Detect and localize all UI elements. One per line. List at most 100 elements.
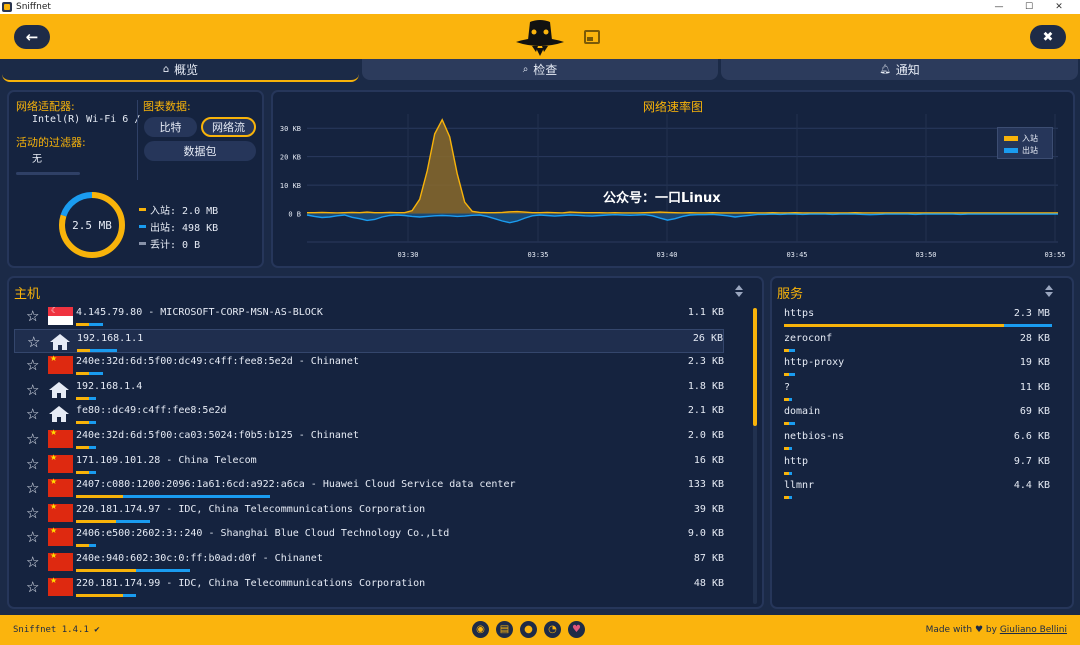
services-sort-icon[interactable] [1044, 284, 1054, 298]
adapter-scrollbar[interactable] [16, 172, 80, 175]
star-icon[interactable]: ☆ [26, 431, 39, 447]
github-icon[interactable]: ● [520, 621, 537, 638]
author-link[interactable]: Giuliano Bellini [1000, 625, 1067, 635]
service-row[interactable]: http-proxy 19 KB [782, 354, 1052, 378]
star-icon[interactable]: ☆ [26, 308, 39, 324]
service-row[interactable]: http 9.7 KB [782, 453, 1052, 477]
filter-label: 活动的过滤器: [16, 136, 86, 149]
host-row[interactable]: ☆ 220.181.174.99 - IDC, China Telecommuni… [14, 575, 724, 599]
x-tick-label: 03:40 [656, 251, 677, 259]
star-icon[interactable]: ☆ [26, 505, 39, 521]
heart-icon[interactable]: ♥ [568, 621, 585, 638]
service-size: 9.7 KB [1013, 455, 1050, 467]
hosts-sort-icon[interactable] [734, 284, 744, 298]
host-address: 220.181.174.99 - IDC, China Telecommunic… [76, 577, 426, 589]
outbound-area [307, 213, 1058, 223]
hosts-scrollbar-thumb[interactable] [753, 308, 757, 426]
host-inbound-bar [76, 495, 123, 499]
bits-button[interactable]: 比特 [144, 117, 197, 137]
star-icon[interactable]: ☆ [26, 382, 39, 398]
service-row[interactable]: llmnr 4.4 KB [782, 477, 1052, 501]
speed-chart-svg: 30 KB 20 KB 10 KB 0 B 03:30 03:35 03:40 03:45 03… [280, 114, 1066, 259]
star-icon[interactable]: ☆ [27, 334, 40, 350]
y-tick-label: 20 KB [280, 154, 301, 162]
star-icon[interactable]: ☆ [26, 406, 39, 422]
host-row[interactable]: ☆ 240e:32d:6d:5f00:dc49:c4ff:fee8:5e2d - … [14, 353, 724, 377]
by-text: by [985, 625, 997, 635]
service-name: ? [784, 381, 791, 393]
settings-button[interactable]: ✖ [1030, 25, 1066, 49]
host-row[interactable]: ☆ 192.168.1.1 26 KB [14, 328, 724, 353]
tab-bar: ⌂ 概览 ⌕ 检查 🔔︎ 通知 [0, 59, 1080, 82]
service-outbound-bar [789, 447, 793, 450]
service-name: http [784, 455, 809, 467]
chart-legend-inbound: 入站 [1004, 133, 1038, 144]
y-tick-label: 30 KB [280, 125, 301, 133]
tab-notifications[interactable]: 🔔︎ 通知 [721, 59, 1078, 80]
host-outbound-bar [136, 569, 190, 572]
credit-text: Made with ♥ by Giuliano Bellini [926, 625, 1067, 635]
rss-icon[interactable]: ◔ [544, 621, 561, 638]
star-icon[interactable]: ☆ [26, 480, 39, 496]
tab-overview[interactable]: ⌂ 概览 [2, 59, 359, 82]
filter-value: 无 [32, 154, 42, 165]
service-row[interactable]: https 2.3 MB [782, 305, 1052, 329]
legend-outbound-text: 出站: 498 KB [150, 223, 219, 234]
host-row[interactable]: ☆ 2406:e500:2602:3::240 - Shanghai Blue C… [14, 525, 724, 549]
host-size: 1.1 KB [687, 307, 724, 318]
globe-icon[interactable]: ◉ [472, 621, 489, 638]
host-row[interactable]: ☆ 2407:c080:1200:2096:1a61:6cd:a922:a6ca … [14, 476, 724, 500]
service-row[interactable]: zeroconf 28 KB [782, 330, 1052, 354]
maximize-button[interactable]: ☐ [1014, 0, 1044, 14]
host-outbound-bar [89, 421, 97, 425]
version-label: Sniffnet 1.4.1 ✔ [13, 625, 100, 635]
host-row[interactable]: ☆ 171.109.101.28 - China Telecom 16 KB [14, 452, 724, 476]
host-address: 4.145.79.80 - MICROSOFT-CORP-MSN-AS-BLOC… [76, 307, 323, 318]
close-button[interactable]: ✕ [1044, 0, 1074, 14]
flag-cn-icon [48, 428, 73, 448]
star-icon[interactable]: ☆ [26, 579, 39, 595]
host-row[interactable]: ☆ fe80::dc49:c4ff:fee8:5e2d 2.1 KB [14, 402, 724, 426]
hosts-panel: 主机 ☆ 4.145.79.80 - MICROSOFT-CORP-MSN-AS-… [7, 276, 764, 609]
host-row[interactable]: ☆ 192.168.1.4 1.8 KB [14, 378, 724, 402]
star-icon[interactable]: ☆ [26, 456, 39, 472]
traffic-button[interactable]: 网络流 [201, 117, 256, 137]
service-size: 69 KB [1019, 406, 1050, 418]
host-row[interactable]: ☆ 220.181.174.97 - IDC, China Telecommuni… [14, 501, 724, 525]
packets-button[interactable]: 数据包 [144, 141, 256, 161]
window-title: Sniffnet [16, 2, 51, 12]
host-row[interactable]: ☆ 4.145.79.80 - MICROSOFT-CORP-MSN-AS-BLO… [14, 304, 724, 328]
host-size: 9.0 KB [687, 528, 724, 540]
service-size: 19 KB [1019, 357, 1050, 369]
bell-icon: 🔔︎ [879, 64, 891, 75]
host-inbound-bar [76, 569, 137, 572]
service-row[interactable]: ? 11 KB [782, 379, 1052, 403]
service-name: http-proxy [784, 357, 845, 369]
minimize-button[interactable]: — [984, 0, 1014, 14]
tab-inspect[interactable]: ⌕ 检查 [362, 59, 718, 80]
service-outbound-bar [789, 348, 795, 352]
back-button[interactable]: ← [14, 25, 50, 49]
star-icon[interactable]: ☆ [26, 529, 39, 545]
host-row[interactable]: ☆ 240e:32d:6d:5f00:ca03:5024:f0b5:b125 - … [14, 427, 724, 451]
service-row[interactable]: netbios-ns 6.6 KB [782, 428, 1052, 452]
chart-legend-outbound-label: 出站 [1022, 146, 1038, 155]
host-inbound-bar [76, 396, 90, 400]
home-icon [49, 333, 74, 351]
book-icon[interactable]: ▤ [496, 621, 513, 638]
star-icon[interactable]: ☆ [26, 357, 39, 373]
picture-in-picture-icon[interactable] [584, 30, 600, 44]
host-outbound-bar [122, 495, 271, 499]
service-outbound-bar [789, 471, 793, 475]
flag-cn-icon [48, 354, 73, 375]
host-size: 48 KB [693, 577, 724, 589]
legend-dropped: 丢计: 0 B [139, 236, 200, 251]
speed-chart-panel: 30 KB 20 KB 10 KB 0 B 03:30 03:35 03:40 03:45 03… [271, 90, 1075, 268]
host-size: 39 KB [693, 503, 724, 515]
host-address: 240e:940:602:30c:0:ff:b0ad:d0f - Chinane… [76, 553, 323, 564]
star-icon[interactable]: ☆ [26, 554, 39, 570]
service-row[interactable]: domain 69 KB [782, 403, 1052, 427]
service-outbound-bar [1003, 324, 1052, 327]
service-name: zeroconf [784, 332, 833, 344]
host-row[interactable]: ☆ 240e:940:602:30c:0:ff:b0ad:d0f - Chinan… [14, 550, 724, 574]
